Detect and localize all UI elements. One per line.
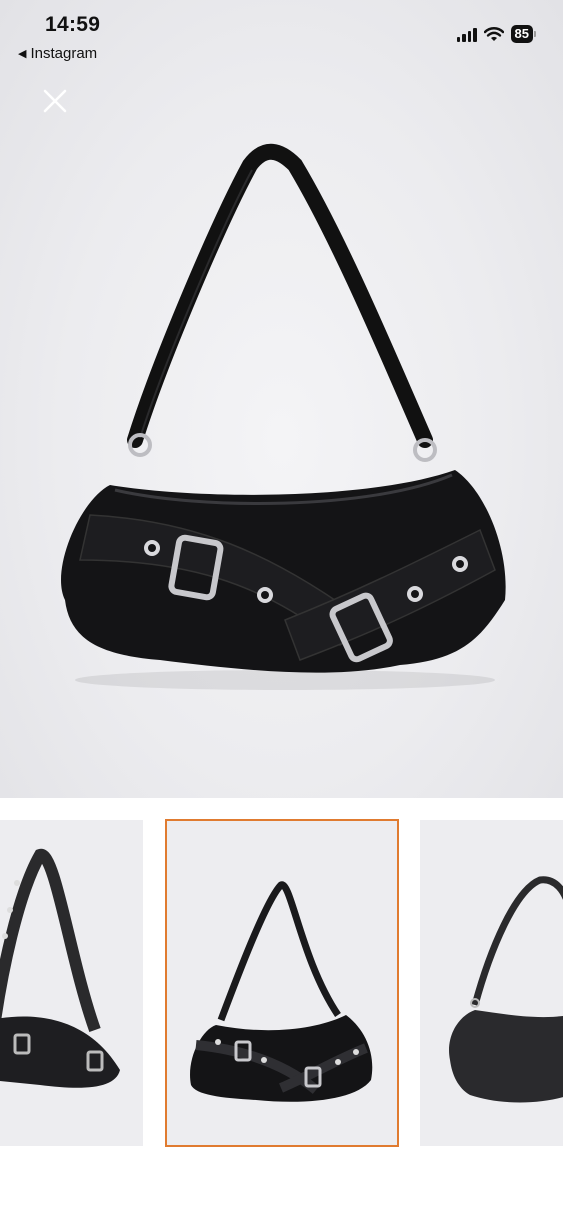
- back-app-label: Instagram: [30, 45, 98, 62]
- thumb-side-image: [0, 849, 120, 1088]
- status-time: 14:59: [45, 13, 101, 36]
- thumb-back-image: [449, 876, 563, 1103]
- thumbnail-strip: [0, 819, 563, 1148]
- wifi-icon: [483, 26, 504, 41]
- signal-icon: [456, 27, 477, 42]
- thumb-front-image: [190, 881, 373, 1102]
- close-icon[interactable]: [40, 86, 70, 116]
- back-to-app-link[interactable]: ◀ Instagram: [18, 45, 97, 62]
- status-bar: 14:59 ◀ Instagram 85: [0, 0, 563, 70]
- thumb-back-view[interactable]: [420, 820, 563, 1146]
- product-main-image: [61, 143, 506, 690]
- battery-icon: 85: [510, 25, 536, 43]
- battery-level: 85: [510, 25, 533, 43]
- thumb-side-view[interactable]: [0, 820, 143, 1146]
- back-triangle-icon: ◀: [18, 48, 27, 60]
- thumb-front-view[interactable]: [165, 819, 399, 1147]
- product-image-viewer[interactable]: [0, 0, 563, 798]
- system-icons: 85: [456, 25, 536, 43]
